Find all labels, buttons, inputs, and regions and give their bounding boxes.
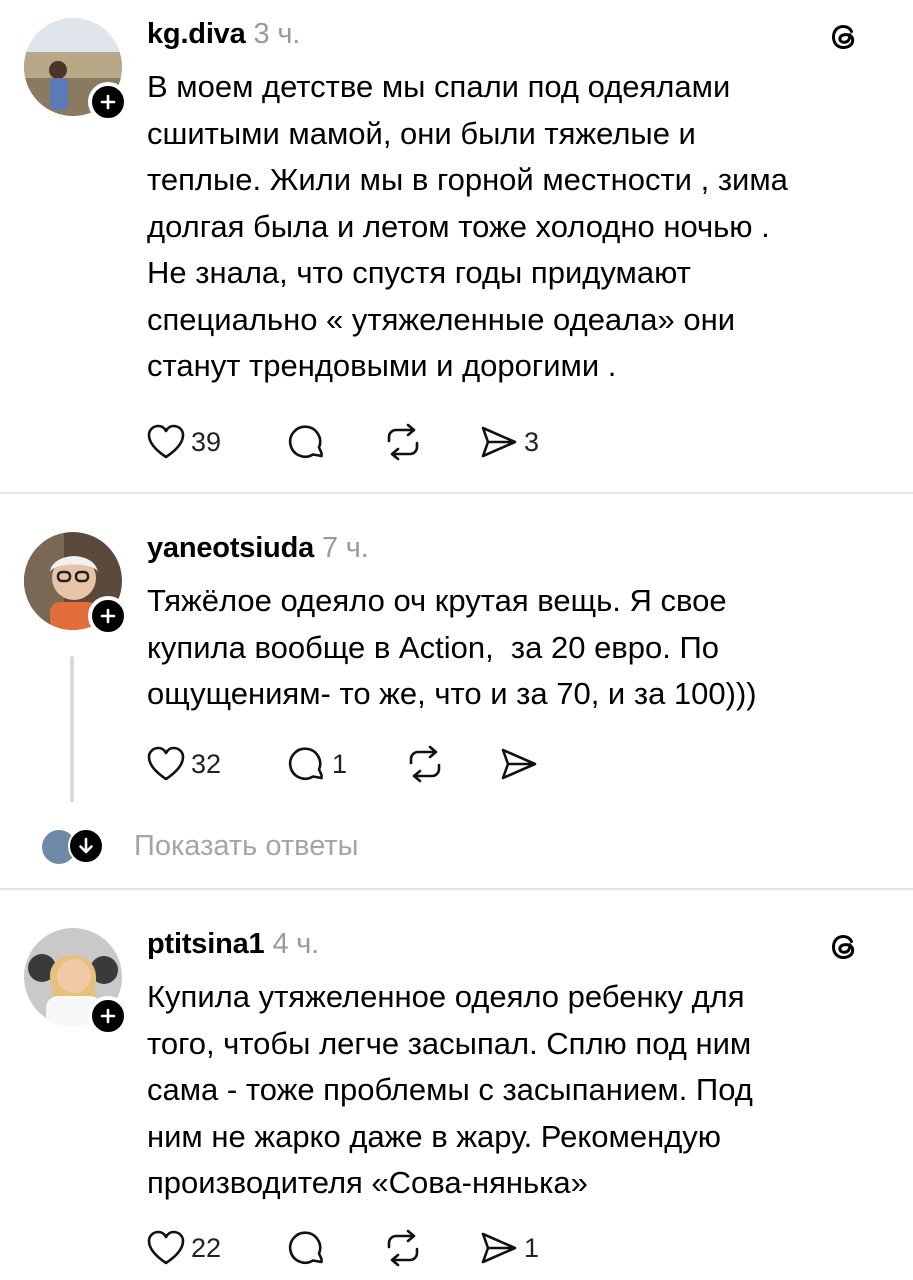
post-text: Тяжёлое одеяло оч крутая вещь. Я свое ку… (147, 583, 757, 711)
username[interactable]: kg.diva (147, 18, 246, 50)
post-yaneotsiuda: yaneotsiuda 7 ч. Тяжёлое одеяло оч крутая… (0, 494, 913, 824)
share-button[interactable] (500, 742, 544, 786)
timestamp: 3 ч. (253, 18, 301, 50)
show-replies-label: Показать ответы (134, 830, 359, 862)
threads-logo-icon[interactable] (827, 930, 861, 964)
reply-button[interactable]: 1 (288, 742, 347, 786)
like-button[interactable]: 32 (147, 742, 221, 786)
like-count: 32 (191, 748, 222, 779)
reply-button[interactable] (288, 1226, 332, 1270)
post-text: В моем детстве мы спали под одеялами сши… (147, 69, 788, 383)
timestamp: 7 ч. (322, 532, 369, 564)
username[interactable]: ptitsina1 (147, 928, 265, 960)
follow-button[interactable] (88, 996, 128, 1036)
post-header: yaneotsiuda 7 ч. (147, 532, 369, 565)
heart-icon (147, 424, 185, 459)
share-button[interactable]: 1 (480, 1226, 539, 1270)
like-button[interactable]: 22 (147, 1226, 221, 1270)
share-icon (501, 748, 537, 780)
share-button[interactable]: 3 (480, 420, 539, 464)
comment-icon (288, 1231, 323, 1264)
like-count: 39 (191, 426, 222, 457)
like-count: 22 (191, 1232, 222, 1263)
share-count: 3 (524, 426, 540, 457)
follow-button[interactable] (88, 82, 128, 122)
repost-button[interactable] (406, 742, 450, 786)
reply-count: 1 (332, 748, 348, 779)
post-header: kg.diva 3 ч. (147, 18, 300, 51)
reply-thread-line (70, 656, 74, 802)
like-button[interactable]: 39 (147, 420, 221, 464)
repost-icon (387, 423, 419, 461)
username[interactable]: yaneotsiuda (147, 532, 314, 564)
post-header: ptitsina1 4 ч. (147, 928, 319, 961)
follow-button[interactable] (88, 596, 128, 636)
share-icon (481, 1232, 517, 1264)
show-replies-button[interactable]: Показать ответы (38, 826, 458, 866)
repost-icon (409, 745, 441, 783)
share-icon (481, 426, 517, 458)
comment-icon (288, 747, 323, 780)
post-ptitsina1: ptitsina1 4 ч. Купила утяжеленное одеяло … (0, 890, 913, 1280)
arrow-down-icon (68, 828, 104, 864)
threads-logo-icon[interactable] (827, 20, 861, 54)
comment-icon (288, 425, 323, 458)
post-kg-diva: kg.diva 3 ч. В моем детстве мы спали под … (0, 0, 913, 492)
repost-button[interactable] (384, 1226, 428, 1270)
repost-icon (387, 1229, 419, 1267)
heart-icon (147, 1230, 185, 1265)
share-count: 1 (524, 1232, 540, 1263)
timestamp: 4 ч. (272, 928, 320, 960)
post-text: Купила утяжеленное одеяло ребенку для то… (147, 979, 753, 1200)
reply-button[interactable] (288, 420, 332, 464)
repost-button[interactable] (384, 420, 428, 464)
heart-icon (147, 746, 185, 781)
